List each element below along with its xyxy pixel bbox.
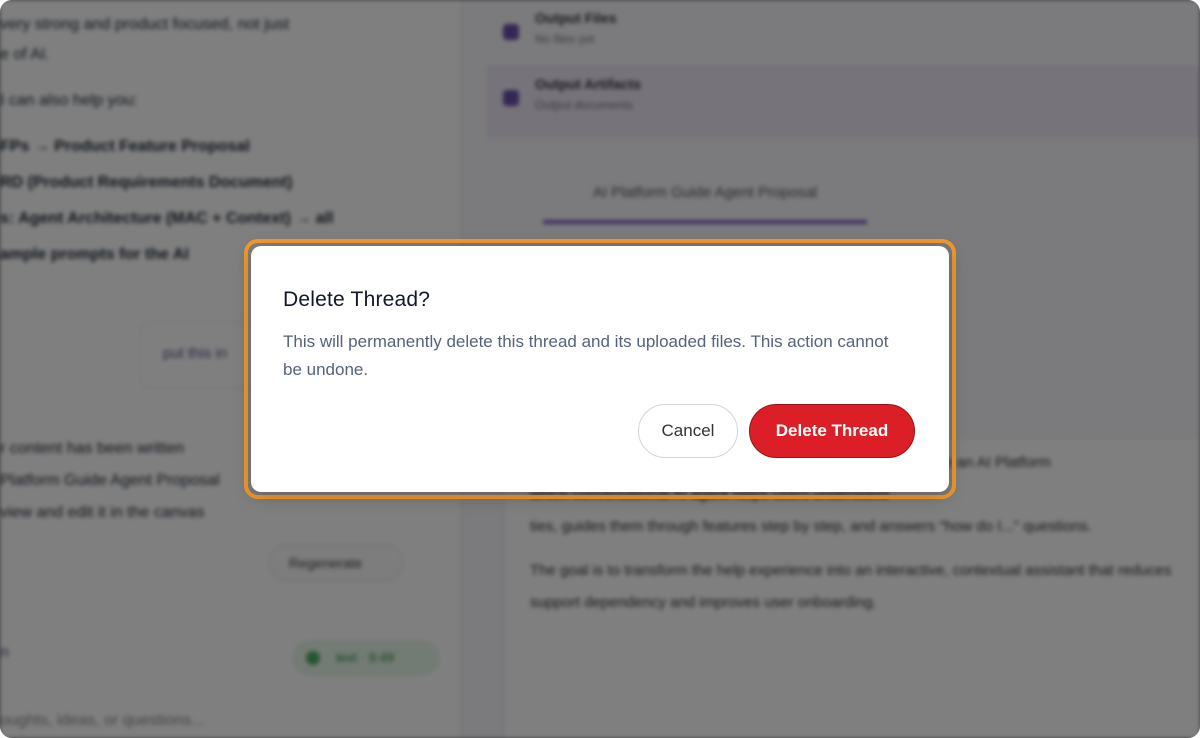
delete-thread-button[interactable]: Delete Thread xyxy=(749,404,915,458)
delete-thread-dialog: Delete Thread? This will permanently del… xyxy=(251,246,949,492)
dialog-title: Delete Thread? xyxy=(283,288,431,311)
app-window: very strong and product focused, not jus… xyxy=(0,0,1200,738)
cancel-button[interactable]: Cancel xyxy=(638,404,738,458)
dialog-description: This will permanently delete this thread… xyxy=(283,332,889,379)
